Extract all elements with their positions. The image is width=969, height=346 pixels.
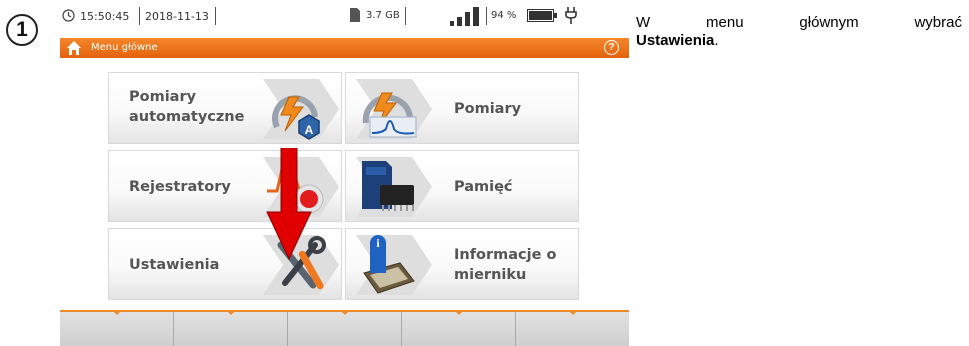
status-bar: 15:50:45 2018-11-13 3.7 GB 94 % (60, 0, 629, 32)
status-divider (486, 7, 487, 25)
status-divider (139, 7, 140, 25)
menu-tile-measurements[interactable]: Pomiary (345, 72, 579, 144)
measurement-icon (356, 79, 432, 139)
tile-label: Pomiary automatyczne (129, 89, 245, 125)
function-key-4[interactable] (402, 311, 516, 346)
battery-icon (527, 9, 557, 22)
tile-label: Pamięć (454, 179, 513, 195)
status-divider (405, 7, 406, 25)
power-plug-icon (565, 7, 577, 24)
storage-free: 3.7 GB (366, 10, 400, 21)
instruction-text: W menu głównym wybrać Ustawienia. (636, 14, 962, 49)
menu-tile-auto-measurements[interactable]: Pomiary automatyczne A (108, 72, 342, 144)
menu-tile-memory[interactable]: Pamięć (345, 150, 579, 222)
status-divider (215, 7, 216, 25)
sd-card-icon (350, 8, 360, 22)
tile-label: Pomiary (454, 101, 522, 117)
clock-icon (62, 9, 75, 22)
info-device-icon: i (356, 235, 432, 295)
function-key-bar (60, 310, 629, 346)
signal-strength-icon (450, 7, 479, 26)
memory-card-icon (356, 157, 432, 217)
function-key-5[interactable] (516, 311, 629, 346)
step-number: 1 (6, 14, 38, 46)
tile-label: Ustawienia (129, 257, 220, 273)
status-date: 2018-11-13 (145, 10, 209, 23)
battery-percent: 94 % (491, 10, 517, 21)
tile-label: Rejestratory (129, 179, 231, 195)
status-time: 15:50:45 (80, 10, 130, 23)
tile-label: Informacje o mierniku (454, 247, 557, 283)
menu-tile-meter-info[interactable]: i Informacje o mierniku (345, 228, 579, 300)
function-key-3[interactable] (288, 311, 402, 346)
red-arrow-annotation (266, 148, 312, 260)
svg-text:A: A (305, 123, 314, 137)
device-screen: 15:50:45 2018-11-13 3.7 GB 94 % Menu głó… (60, 0, 629, 346)
function-key-2[interactable] (174, 311, 288, 346)
auto-measurement-icon: A (263, 79, 339, 140)
title-bar: Menu główne ? (60, 38, 629, 58)
screen-title: Menu główne (91, 42, 158, 53)
function-key-1[interactable] (60, 311, 174, 346)
instruction-bold-term: Ustawienia (636, 32, 715, 49)
home-icon[interactable] (66, 40, 82, 56)
help-button[interactable]: ? (604, 40, 619, 55)
